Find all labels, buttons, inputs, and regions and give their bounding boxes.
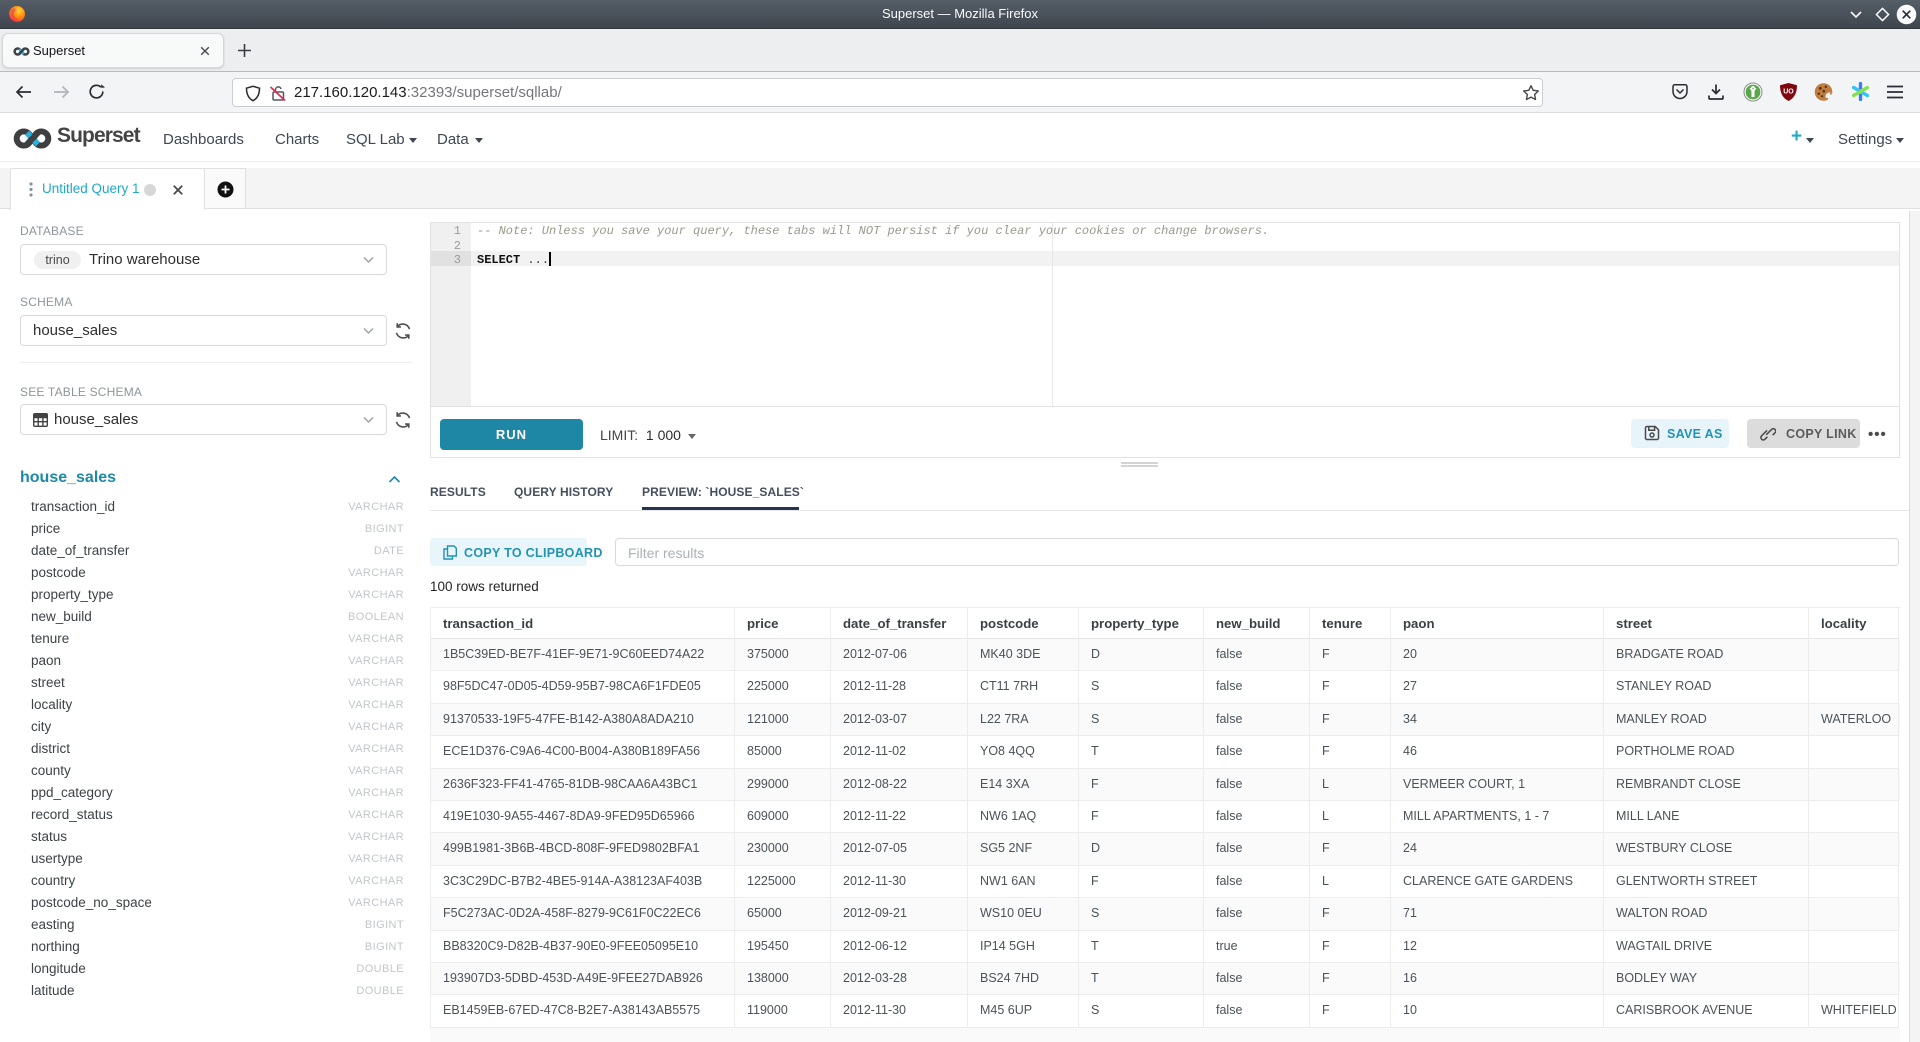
svg-text:UO: UO [1783, 89, 1794, 96]
